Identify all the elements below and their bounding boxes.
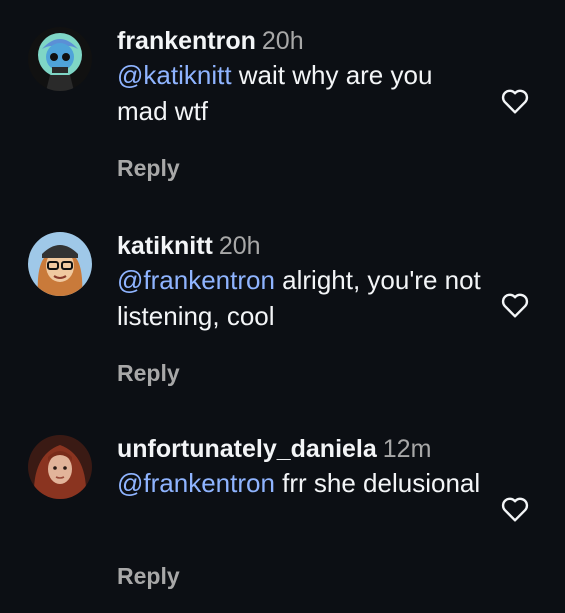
comment-text: @frankentron frr she delusional — [117, 465, 487, 501]
comment-timestamp: 20h — [261, 27, 304, 55]
reply-button[interactable]: Reply — [117, 155, 180, 182]
comment-item: katiknitt 20h @frankentron alright, you'r… — [0, 232, 565, 432]
comment-username[interactable]: katiknitt — [117, 232, 213, 260]
comment-username[interactable]: unfortunately_daniela — [117, 435, 377, 463]
comment-meta: frankentron 20h — [117, 27, 487, 55]
avatar[interactable] — [28, 232, 92, 296]
avatar-image — [28, 27, 92, 91]
comment-item: frankentron 20h @katiknitt wait why are y… — [0, 27, 565, 227]
comment-mention[interactable]: @frankentron — [117, 468, 275, 498]
comment-text: @katiknitt wait why are you mad wtf — [117, 57, 487, 129]
like-button[interactable] — [498, 289, 532, 321]
comment-body: unfortunately_daniela 12m @frankentron fr… — [117, 435, 487, 501]
avatar-image — [28, 435, 92, 499]
avatar-image — [28, 232, 92, 296]
avatar[interactable] — [28, 435, 92, 499]
comment-meta: katiknitt 20h — [117, 232, 487, 260]
comment-timestamp: 20h — [218, 232, 261, 260]
comment-body: frankentron 20h @katiknitt wait why are y… — [117, 27, 487, 129]
comment-thread: frankentron 20h @katiknitt wait why are y… — [0, 0, 565, 613]
comment-body: katiknitt 20h @frankentron alright, you'r… — [117, 232, 487, 334]
heart-outline-icon — [501, 497, 529, 522]
comment-meta: unfortunately_daniela 12m — [117, 435, 487, 463]
reply-button[interactable]: Reply — [117, 360, 180, 387]
like-button[interactable] — [498, 85, 532, 117]
comment-timestamp: 12m — [382, 435, 432, 463]
comment-text: @frankentron alright, you're not listeni… — [117, 262, 487, 334]
comment-username[interactable]: frankentron — [117, 27, 256, 55]
comment-mention[interactable]: @katiknitt — [117, 60, 232, 90]
heart-outline-icon — [501, 89, 529, 114]
heart-outline-icon — [501, 293, 529, 318]
avatar[interactable] — [28, 27, 92, 91]
reply-button[interactable]: Reply — [117, 563, 180, 590]
like-button[interactable] — [498, 493, 532, 525]
comment-mention[interactable]: @frankentron — [117, 265, 275, 295]
comment-item: unfortunately_daniela 12m @frankentron fr… — [0, 435, 565, 613]
comment-message: frr she delusional — [274, 468, 481, 498]
